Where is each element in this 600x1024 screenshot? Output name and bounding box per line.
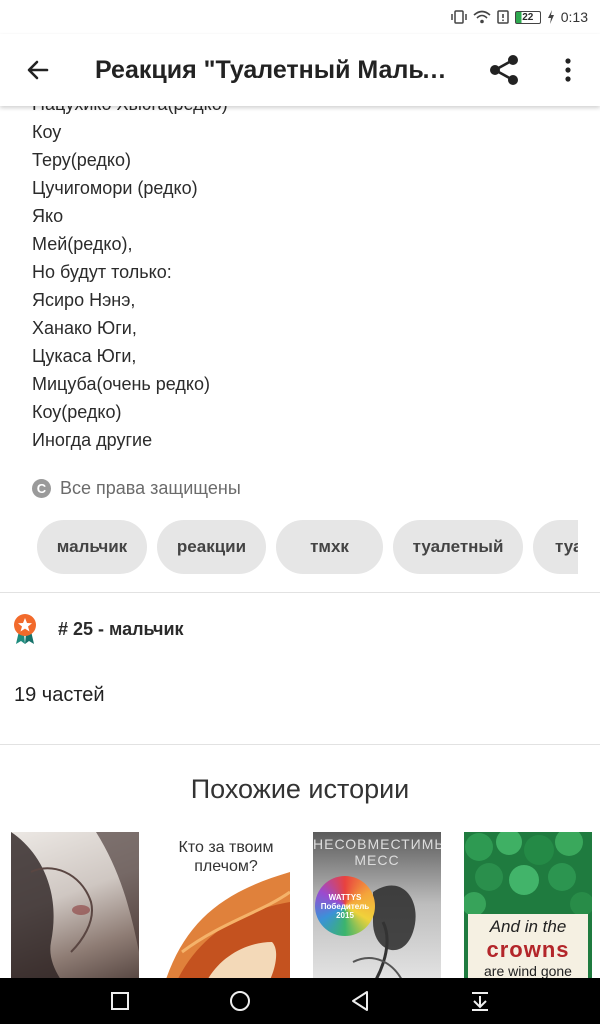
share-icon [490, 55, 518, 85]
story-content[interactable]: Нацухико Хьюга(редко) Коу Теру(редко) Цу… [0, 90, 600, 978]
story-line: Цучигомори (редко) [32, 178, 198, 198]
battery-icon: 22 [514, 10, 541, 24]
back-button[interactable] [0, 34, 76, 106]
tag-chip[interactable]: туа [533, 520, 578, 574]
cover-title-line: are wind gone [484, 963, 572, 978]
recents-button[interactable] [90, 978, 150, 1024]
circle-icon [230, 991, 250, 1011]
tag-chip[interactable]: реакции [157, 520, 266, 574]
story-cover[interactable] [11, 832, 139, 978]
notification-pull-button[interactable] [450, 978, 510, 1024]
share-button[interactable] [472, 34, 536, 106]
story-line: Коу(редко) [32, 402, 122, 422]
copyright-icon: C [32, 479, 51, 498]
sim-alert-icon [497, 10, 509, 24]
back-nav-button[interactable] [330, 978, 390, 1024]
copyright-label: Все права защищены [60, 478, 241, 498]
back-arrow-icon [27, 60, 49, 80]
status-bar: 22 0:13 [0, 0, 600, 34]
rank-row[interactable]: # 25 - мальчик [12, 613, 184, 645]
tag-chip[interactable]: тмхк [276, 520, 383, 574]
wattys-line: Победитель [320, 901, 370, 911]
story-line: Мицуба(очень редко) [32, 374, 210, 394]
tag-chip[interactable]: мальчик [37, 520, 147, 574]
app-bar: Реакция "Туалетный Мальчик Ханако-кун" [0, 34, 600, 106]
status-time: 0:13 [560, 9, 588, 25]
copyright-notice: C Все права защищены [32, 478, 241, 499]
more-vert-icon [565, 58, 571, 82]
more-options-button[interactable] [536, 34, 600, 106]
parts-count[interactable]: 19 частей [14, 684, 105, 707]
charging-icon [547, 10, 555, 24]
vibrate-icon [451, 10, 467, 24]
cover-artwork [11, 832, 139, 978]
story-line: Яко [32, 206, 64, 226]
home-button[interactable] [210, 978, 270, 1024]
similar-stories-list[interactable]: Кто за твоим плечом? НЕСОВМЕСТИМЫЕ МЕСС … [11, 832, 592, 978]
story-line: Коу [32, 122, 62, 142]
story-line: Мей(редко), [32, 234, 133, 254]
tags-row[interactable]: мальчик реакции тмхк туалетный туа [37, 520, 578, 576]
story-text: Нацухико Хьюга(редко) Коу Теру(редко) Цу… [32, 90, 228, 454]
wattys-line: WATTYS [328, 892, 362, 902]
story-line: Цукаса Юги, [32, 346, 137, 366]
story-line: Ясиро Нэнэ, [32, 290, 136, 310]
story-line: Теру(редко) [32, 150, 132, 170]
wifi-icon [473, 10, 491, 24]
rank-text: # 25 - мальчик [58, 618, 184, 639]
square-icon [111, 992, 129, 1010]
cover-title: And in the crowns are wind gone [468, 914, 588, 978]
cover-title-line: crowns [486, 937, 570, 962]
story-line: Ханако Юги, [32, 318, 137, 338]
wattys-line: 2015 [336, 910, 354, 920]
system-nav-bar [0, 978, 600, 1024]
story-cover[interactable]: НЕСОВМЕСТИМЫЕ МЕСС WATTYS Победитель 201… [313, 832, 441, 978]
divider [0, 592, 600, 593]
battery-level: 22 [522, 11, 534, 23]
cover-artwork [166, 872, 290, 978]
divider [0, 744, 600, 745]
tag-chip[interactable]: туалетный [393, 520, 523, 574]
story-line: Иногда другие [32, 430, 153, 450]
similar-stories-title: Похожие истории [190, 774, 410, 804]
story-line: Но будут только: [32, 262, 172, 282]
story-title: Реакция "Туалетный Мальчик Ханако-кун" [95, 55, 470, 84]
cover-title-line: And in the [489, 917, 567, 936]
pull-down-icon [472, 992, 488, 1011]
story-cover[interactable]: Кто за твоим плечом? [162, 832, 290, 978]
triangle-back-icon [352, 991, 368, 1011]
rank-badge-icon [14, 614, 36, 644]
wattys-badge: WATTYS Победитель 2015 [315, 876, 375, 936]
story-cover[interactable]: And in the crowns are wind gone [464, 832, 592, 978]
